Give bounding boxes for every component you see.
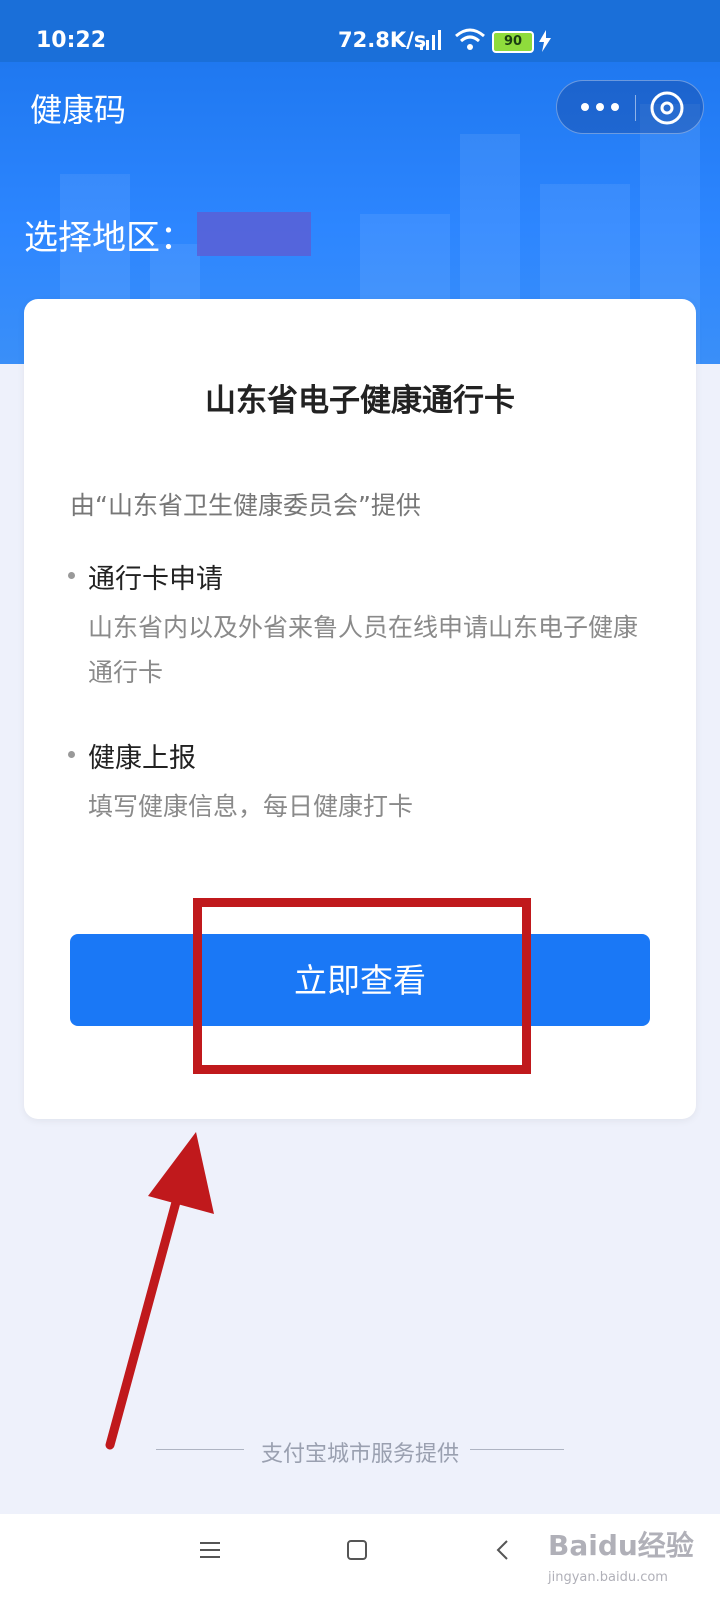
net-speed: 72.8K/s [338,28,427,52]
capsule-divider [635,95,636,121]
annotation-highlight-box [193,898,531,1074]
wifi-icon [455,28,485,50]
charging-icon [539,30,551,52]
watermark: Baidu经验 jingyan.baidu.com [548,1512,720,1600]
provider-text: 由“山东省卫生健康委员会”提供 [70,491,421,520]
battery-level: 90 [503,34,523,49]
region-label: 选择地区： [24,218,194,258]
battery-icon: 90 [492,31,534,53]
footer-credit: 支付宝城市服务提供 [260,1442,459,1467]
menu-icon[interactable] [198,1538,222,1562]
feature-title-report: 健康上报 [88,743,196,774]
status-bar: 10:22 72.8K/s 90 [0,0,720,62]
feature-title-apply: 通行卡申请 [88,564,223,595]
footer-divider [470,1449,564,1450]
page-title: 健康码 [30,91,127,129]
card-title: 山东省电子健康通行卡 [205,383,515,419]
home-square-icon[interactable] [345,1538,369,1562]
region-selector[interactable] [197,212,311,256]
close-circle-icon[interactable] [649,90,685,126]
watermark-text: Baidu经验 [548,1529,694,1562]
status-time: 10:22 [36,28,107,53]
feature-desc-report: 填写健康信息，每日健康打卡 [88,792,414,821]
watermark-subtext: jingyan.baidu.com [548,1570,668,1585]
back-chevron-icon[interactable] [492,1538,516,1562]
more-dots-icon[interactable] [573,93,627,121]
bullet-dot [68,751,75,758]
signal-icon [420,30,441,50]
feature-desc-apply: 山东省内以及外省来鲁人员在线申请山东电子健康通行卡 [88,613,639,687]
bullet-dot [68,572,75,579]
mini-program-capsule [556,80,704,134]
